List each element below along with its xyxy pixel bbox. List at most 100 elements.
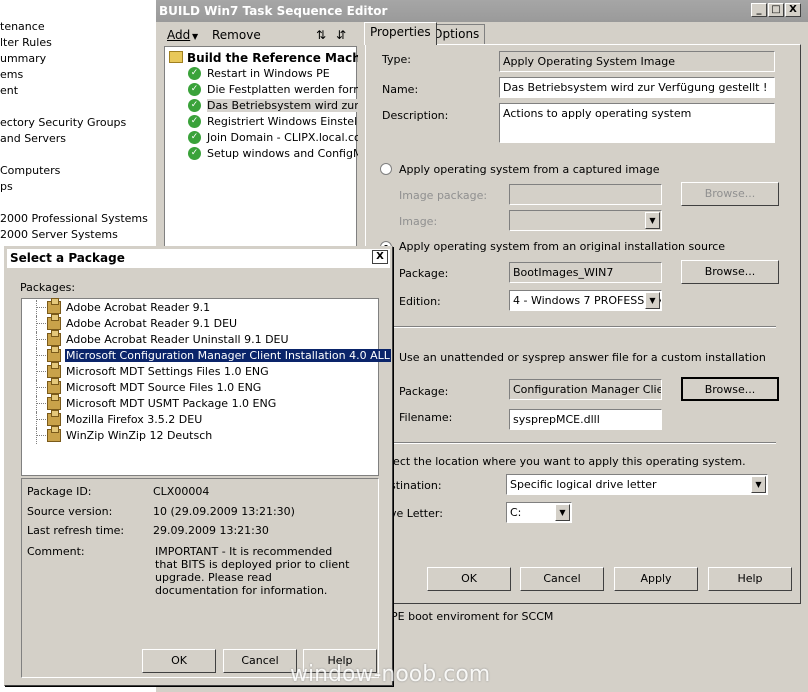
image-package-label: Image package: (399, 189, 488, 202)
tree-step[interactable]: ✓ Das Betriebsystem wird zur Ver (165, 98, 358, 114)
package-item[interactable]: Adobe Acrobat Reader 9.1 DEU (22, 314, 378, 332)
tree-line (36, 428, 37, 444)
tree-line (36, 380, 37, 396)
edition-dropdown[interactable]: 4 - Windows 7 PROFESSION ▼ (509, 290, 662, 311)
package-item-label: Adobe Acrobat Reader 9.1 (66, 301, 211, 314)
package-item[interactable]: Mozilla Firefox 3.5.2 DEU (22, 410, 378, 428)
check-icon: ✓ (188, 83, 201, 96)
unattend-text: Use an unattended or sysprep answer file… (399, 351, 766, 364)
comment-label: Comment: (27, 545, 85, 558)
radio-captured-image[interactable] (380, 163, 392, 175)
package-item[interactable]: Microsoft Configuration Manager Client I… (22, 346, 391, 364)
chevron-down-icon: ▼ (645, 212, 660, 229)
check-icon: ✓ (188, 67, 201, 80)
package-item[interactable]: Adobe Acrobat Reader Uninstall 9.1 DEU (22, 330, 378, 348)
chevron-down-icon: ▼ (645, 292, 660, 309)
radio-original-label: Apply operating system from an original … (399, 240, 726, 253)
package-field: BootImages_WIN7 (509, 262, 662, 283)
background-tree-item: ps (0, 180, 13, 193)
tree-line (36, 316, 37, 332)
check-icon: ✓ (188, 131, 201, 144)
package2-field: Configuration Manager Client In (509, 379, 662, 400)
package-icon (47, 314, 61, 330)
background-tree-item: 2000 Professional Systems (0, 212, 148, 225)
maximize-button[interactable]: □ (768, 3, 784, 17)
browse-package-button[interactable]: Browse... (681, 260, 779, 284)
tree-step-label: Restart in Windows PE (207, 67, 330, 80)
package-item[interactable]: Microsoft MDT Settings Files 1.0 ENG (22, 362, 378, 380)
source-version-label: Source version: (27, 505, 113, 518)
tab-properties[interactable]: Properties (364, 22, 437, 45)
tree-root[interactable]: Build the Reference Machine (165, 50, 358, 66)
tree-step[interactable]: ✓ Setup windows and ConfigMgr (165, 146, 358, 162)
name-field[interactable]: Das Betriebsystem wird zur Verfügung ges… (499, 77, 775, 98)
refresh-time-value: 29.09.2009 13:21:30 (153, 524, 269, 537)
apply-button[interactable]: Apply (614, 567, 698, 591)
package-item[interactable]: Adobe Acrobat Reader 9.1 (22, 298, 378, 316)
remove-button[interactable]: Remove (212, 28, 261, 42)
chevron-down-icon: ▼ (555, 504, 570, 521)
tree-step[interactable]: ✓ Join Domain - CLIPX.local.com (165, 130, 358, 146)
background-tree-item: 2000 Server Systems (0, 228, 118, 241)
destination-dropdown[interactable]: Specific logical drive letter ▼ (506, 474, 768, 495)
close-icon[interactable]: X (372, 250, 388, 264)
package-icon (47, 346, 61, 362)
browse-package2-button[interactable]: Browse... (681, 377, 779, 401)
dialog-cancel-button[interactable]: Cancel (223, 649, 297, 673)
tree-step-label: Das Betriebsystem wird zur Ver (207, 99, 358, 112)
chevron-down-icon: ▼ (192, 32, 199, 41)
tree-line (36, 332, 37, 348)
location-text: lect the location where you want to appl… (390, 455, 746, 468)
package-item[interactable]: Microsoft MDT USMT Package 1.0 ENG (22, 394, 378, 412)
cancel-button[interactable]: Cancel (520, 567, 604, 591)
tree-step[interactable]: ✓ Restart in Windows PE (165, 66, 358, 82)
check-icon: ✓ (188, 115, 201, 128)
editor-title: BUILD Win7 Task Sequence Editor (156, 0, 808, 22)
filename-label: Filename: (399, 411, 453, 424)
close-button[interactable]: X (785, 3, 801, 17)
browse-image-button[interactable]: Browse... (681, 182, 779, 206)
tree-line (36, 412, 37, 428)
package-icon (47, 330, 61, 346)
add-menu[interactable]: Add (167, 28, 190, 42)
dialog-ok-button[interactable]: OK (142, 649, 216, 673)
drive-letter-dropdown[interactable]: C: ▼ (506, 502, 572, 523)
tree-line (36, 364, 37, 380)
image-dropdown[interactable]: ▼ (509, 210, 662, 231)
edition-label: Edition: (399, 295, 441, 308)
filename-field[interactable]: sysprepMCE.dlll (509, 409, 662, 430)
packages-list[interactable]: Adobe Acrobat Reader 9.1 Adobe Acrobat Re… (21, 298, 391, 476)
sequence-tree[interactable]: Build the Reference Machine ✓ Restart in … (164, 46, 358, 251)
package-item-label: Adobe Acrobat Reader Uninstall 9.1 DEU (66, 333, 289, 346)
package-item-label: Microsoft MDT Settings Files 1.0 ENG (66, 365, 269, 378)
package-item[interactable]: WinZip WinZip 12 Deutsch (22, 426, 378, 444)
properties-panel: Type: Apply Operating System Image Name:… (365, 44, 801, 604)
check-icon: ✓ (188, 99, 201, 112)
package-item[interactable]: Microsoft MDT Source Files 1.0 ENG (22, 378, 378, 396)
image-label: Image: (399, 215, 438, 228)
ok-button[interactable]: OK (427, 567, 511, 591)
package-item-label: Mozilla Firefox 3.5.2 DEU (66, 413, 203, 426)
footer-text: PE boot enviroment for SCCM (391, 610, 554, 623)
help-button[interactable]: Help (708, 567, 792, 591)
background-tree-item: and Servers (0, 132, 66, 145)
package-id-value: CLX00004 (153, 485, 210, 498)
select-package-dialog: Select a Package X Packages: Adobe Acrob… (4, 246, 393, 686)
dialog-title: Select a Package (7, 249, 390, 268)
divider (386, 326, 776, 328)
background-tree-item: Computers (0, 164, 61, 177)
description-field[interactable]: Actions to apply operating system (499, 103, 775, 143)
package-item-label: Microsoft Configuration Manager Client I… (65, 349, 391, 362)
move-up-icon[interactable]: ⇅ (316, 28, 326, 42)
package-icon (47, 298, 61, 314)
drive-letter-value: C: (510, 506, 522, 519)
tree-step[interactable]: ✓ Die Festplatten werden formati (165, 82, 358, 98)
edition-value: 4 - Windows 7 PROFESSION (513, 294, 662, 307)
move-down-icon[interactable]: ⇵ (336, 28, 346, 42)
background-tree-item: ent (0, 84, 19, 97)
type-label: Type: (382, 53, 411, 66)
drive-letter-label: ve Letter: (390, 507, 443, 520)
package-item-label: Microsoft MDT Source Files 1.0 ENG (66, 381, 262, 394)
tree-step[interactable]: ✓ Registriert Windows Einstellung (165, 114, 358, 130)
minimize-button[interactable]: _ (751, 3, 767, 17)
